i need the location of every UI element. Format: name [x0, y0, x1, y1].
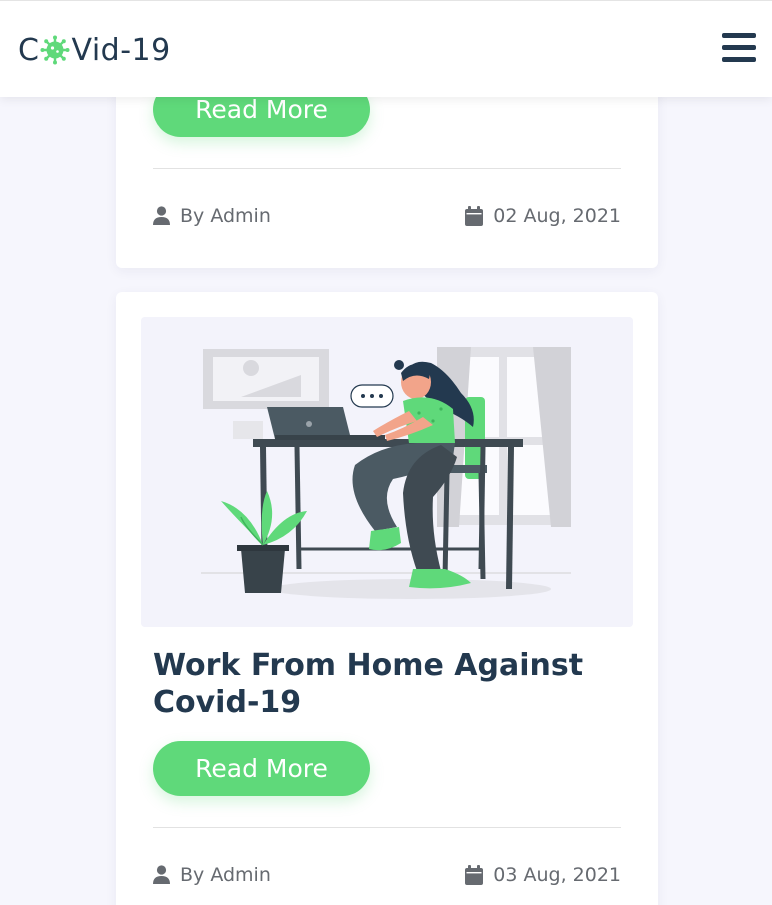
logo-text-suffix: Vid-19 [71, 32, 171, 68]
post-meta: By Admin 03 Aug, 2021 [153, 862, 621, 888]
post-meta: By Admin 02 Aug, 2021 [153, 203, 621, 229]
user-icon [153, 206, 170, 225]
post-date: 02 Aug, 2021 [465, 205, 621, 227]
logo-text-prefix: C [18, 32, 40, 68]
read-more-button[interactable]: Read More [153, 741, 370, 796]
post-thumbnail[interactable] [141, 317, 633, 627]
calendar-icon [465, 206, 484, 226]
date-text: 03 Aug, 2021 [493, 864, 621, 886]
post-title[interactable]: Work From Home Against Covid-19 [153, 647, 623, 721]
blog-card: Work From Home Against Covid-19 Read Mor… [116, 292, 658, 905]
card-divider [153, 168, 621, 169]
user-icon [153, 865, 170, 884]
calendar-icon [465, 865, 484, 885]
post-author: By Admin [153, 864, 271, 886]
author-name: By Admin [180, 205, 271, 227]
post-date: 03 Aug, 2021 [465, 864, 621, 886]
site-logo[interactable]: C Vid-19 [18, 32, 171, 68]
virus-icon [40, 35, 70, 65]
hamburger-menu-icon[interactable] [722, 33, 756, 63]
card-divider [153, 827, 621, 828]
post-author: By Admin [153, 205, 271, 227]
date-text: 02 Aug, 2021 [493, 205, 621, 227]
site-header: C Vid-19 [0, 0, 772, 97]
work-from-home-illustration [141, 317, 633, 627]
author-name: By Admin [180, 864, 271, 886]
